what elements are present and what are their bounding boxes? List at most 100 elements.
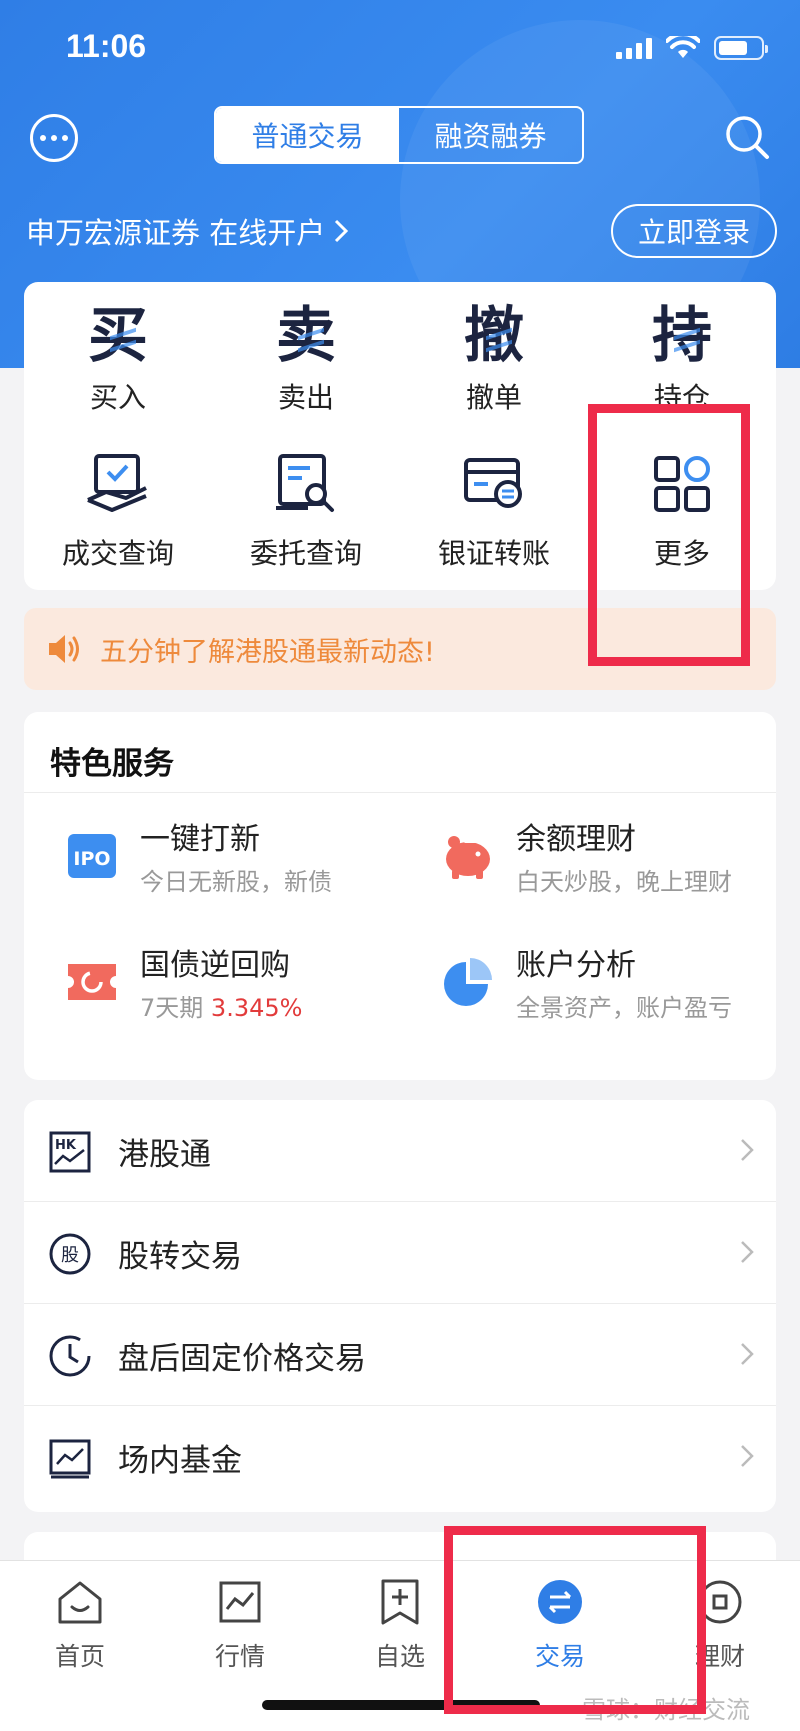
chevron-right-icon <box>741 1241 754 1263</box>
trade-exchange-icon <box>538 1580 582 1624</box>
services-title: 特色服务 <box>50 746 174 782</box>
service-reverse-repo-subtitle: 7天期 3.345% <box>140 988 302 1023</box>
list-item-after-hours-fixed-price[interactable]: 盘后固定价格交易 <box>24 1304 776 1406</box>
watermark: 雪球：财经交流 <box>582 1696 750 1724</box>
home-icon <box>58 1581 102 1624</box>
pie-chart-icon <box>444 958 492 1006</box>
holdings-label: 持仓 <box>653 381 710 414</box>
service-reverse-repo[interactable]: 国债逆回购 7天期 3.345% <box>24 928 400 1038</box>
list-item-exchange-fund[interactable]: 场内基金 <box>24 1406 776 1508</box>
home-indicator[interactable] <box>262 1700 540 1710</box>
tab-normal-trade[interactable]: 普通交易 <box>216 108 399 162</box>
open-account-link[interactable]: 申万宏源证券 在线开户 <box>26 210 349 252</box>
bank-transfer-label: 银证转账 <box>437 537 550 570</box>
svg-text:股: 股 <box>61 1245 79 1266</box>
trade-menu-list: HK 港股通 股 股转交易 盘后固定价格交易 场内基金 <box>24 1100 776 1512</box>
service-balance-wealth-title: 余额理财 <box>516 822 636 857</box>
chevron-right-icon <box>335 219 349 243</box>
sell-button[interactable]: 卖 卖出 <box>212 300 400 416</box>
cellular-signal-icon <box>616 37 652 59</box>
status-bar: 11:06 <box>0 0 800 100</box>
search-icon[interactable] <box>722 112 772 162</box>
deal-query-label: 成交查询 <box>61 537 174 570</box>
service-account-analysis-title: 账户分析 <box>516 948 636 983</box>
trade-type-segmented-control: 普通交易 融资融券 <box>214 106 584 164</box>
notice-banner[interactable]: 五分钟了解港股通最新动态! <box>24 608 776 690</box>
cancel-char: 撤 <box>464 301 524 371</box>
holdings-char: 持 <box>652 301 712 371</box>
chevron-right-icon <box>741 1343 754 1365</box>
hk-icon: HK <box>49 1131 91 1173</box>
more-label: 更多 <box>653 537 710 570</box>
service-balance-wealth[interactable]: 余额理财 白天炒股，晚上理财 <box>400 802 776 912</box>
svg-text:IPO: IPO <box>73 848 110 870</box>
order-query-button[interactable]: 委托查询 <box>212 448 400 572</box>
more-button[interactable]: 更多 <box>588 448 776 572</box>
tab-wealth[interactable]: 理财 <box>640 1571 800 1681</box>
order-query-label: 委托查询 <box>249 537 362 570</box>
bank-transfer-button[interactable]: 银证转账 <box>400 448 588 572</box>
tab-home[interactable]: 首页 <box>0 1571 160 1681</box>
notice-text: 五分钟了解港股通最新动态! <box>100 636 435 668</box>
service-ipo-subtitle: 今日无新股，新债 <box>140 868 332 896</box>
service-ipo-title: 一键打新 <box>140 822 260 857</box>
tab-watchlist[interactable]: 自选 <box>320 1571 480 1681</box>
tab-watchlist-label: 自选 <box>374 1642 425 1671</box>
stock-transfer-icon: 股 <box>49 1233 91 1275</box>
wifi-icon <box>666 36 700 58</box>
open-account-text: 申万宏源证券 在线开户 <box>26 216 326 250</box>
message-icon[interactable] <box>30 114 78 162</box>
service-account-analysis[interactable]: 账户分析 全景资产，账户盈亏 <box>400 928 776 1038</box>
trade-actions-row-primary: 买 买入 卖 卖出 撤 撤单 持 持仓 <box>24 300 776 416</box>
list-label-exchange-fund: 场内基金 <box>118 1442 242 1479</box>
bank-card-transfer-icon <box>464 458 522 508</box>
watchlist-add-icon <box>381 1579 419 1625</box>
ipo-icon: IPO <box>68 834 116 878</box>
repo-term: 7天期 <box>140 994 204 1022</box>
chevron-right-icon <box>741 1445 754 1467</box>
battery-icon <box>714 36 768 60</box>
market-chart-icon <box>219 1581 261 1623</box>
tab-wealth-label: 理财 <box>694 1642 745 1671</box>
ticket-icon <box>68 964 116 1000</box>
speaker-icon <box>49 635 79 663</box>
cancel-order-label: 撤单 <box>465 381 522 414</box>
chevron-right-icon <box>741 1139 754 1161</box>
tab-trade-label: 交易 <box>534 1642 585 1671</box>
list-item-share-transfer[interactable]: 股 股转交易 <box>24 1202 776 1304</box>
service-reverse-repo-title: 国债逆回购 <box>140 948 290 983</box>
login-button[interactable]: 立即登录 <box>611 204 777 258</box>
wealth-icon <box>698 1580 742 1624</box>
deal-query-button[interactable]: 成交查询 <box>24 448 212 572</box>
next-section-card <box>24 1532 776 1562</box>
document-search-icon <box>276 454 334 512</box>
sell-label: 卖出 <box>277 381 334 414</box>
holdings-button[interactable]: 持 持仓 <box>588 300 776 416</box>
tab-margin-trade[interactable]: 融资融券 <box>399 108 582 162</box>
piggy-bank-icon <box>446 836 490 879</box>
sell-char: 卖 <box>276 301 336 371</box>
repo-rate: 3.345% <box>210 994 303 1022</box>
list-label-hk-connect: 港股通 <box>118 1136 211 1173</box>
tab-market[interactable]: 行情 <box>160 1571 320 1681</box>
tab-home-label: 首页 <box>54 1642 105 1671</box>
services-divider <box>24 792 776 793</box>
more-grid-icon <box>654 456 710 512</box>
trade-actions-card: 买 买入 卖 卖出 撤 撤单 持 持仓 成交查询 委托查询 银证转账 更多 <box>24 282 776 590</box>
fund-chart-icon <box>49 1439 91 1479</box>
list-label-after-hours-fixed-price: 盘后固定价格交易 <box>118 1340 366 1377</box>
list-item-hk-connect[interactable]: HK 港股通 <box>24 1100 776 1202</box>
buy-button[interactable]: 买 买入 <box>24 300 212 416</box>
service-account-analysis-subtitle: 全景资产，账户盈亏 <box>516 994 732 1022</box>
clock-icon <box>49 1335 91 1377</box>
svg-text:HK: HK <box>55 1138 77 1153</box>
service-balance-wealth-subtitle: 白天炒股，晚上理财 <box>516 868 732 896</box>
tab-trade[interactable]: 交易 <box>480 1571 640 1681</box>
service-ipo[interactable]: IPO 一键打新 今日无新股，新债 <box>24 802 400 912</box>
handshake-check-icon <box>87 454 147 512</box>
trade-actions-row-secondary: 成交查询 委托查询 银证转账 更多 <box>24 448 776 572</box>
cancel-order-button[interactable]: 撤 撤单 <box>400 300 588 416</box>
list-label-share-transfer: 股转交易 <box>118 1238 242 1275</box>
status-icons <box>616 36 768 60</box>
buy-char: 买 <box>88 301 148 371</box>
